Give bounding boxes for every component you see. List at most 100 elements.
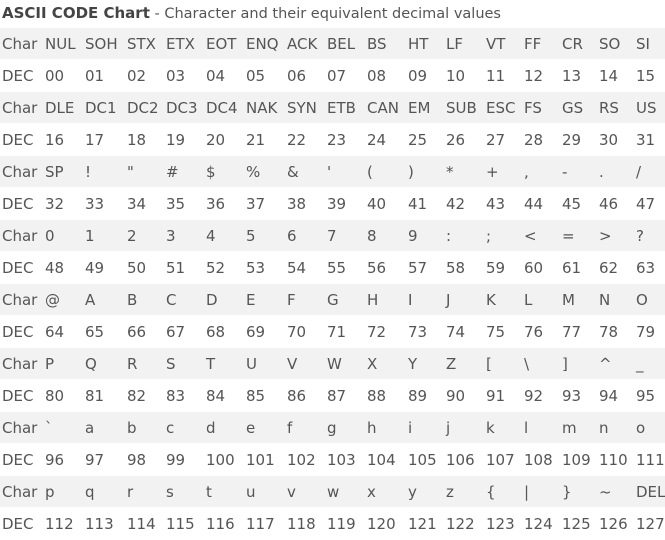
dec-cell: 53 (246, 258, 266, 277)
dec-cell: 63 (636, 258, 656, 277)
char-cell: DEL (633, 476, 665, 507)
char-cell: CAN (364, 92, 405, 123)
dec-cell: 69 (246, 322, 266, 341)
dec-cell: 03 (166, 66, 186, 85)
dec-cell: 62 (599, 258, 619, 277)
char-cell: a (82, 412, 124, 443)
char-cell: > (596, 220, 633, 251)
chart-title-bold: ASCII CODE Chart (2, 4, 150, 22)
char-cell: ENQ (243, 28, 284, 59)
char-cell: p (42, 476, 82, 507)
char-cell: BEL (324, 28, 364, 59)
char-cell: . (596, 156, 633, 187)
char-cell: r (124, 476, 163, 507)
char-cell: % (243, 156, 284, 187)
dec-cell: 45 (562, 194, 582, 213)
dec-cell: 124 (524, 514, 553, 533)
dec-cell: 126 (599, 514, 628, 533)
dec-cell: 46 (599, 194, 619, 213)
char-cell: ^ (596, 348, 633, 379)
dec-cell: 32 (45, 194, 65, 213)
dec-cell: 11 (486, 66, 506, 85)
char-cell: & (284, 156, 324, 187)
char-cell: " (124, 156, 163, 187)
char-cell: j (443, 412, 483, 443)
char-cell: 3 (163, 220, 203, 251)
dec-cell: 114 (127, 514, 156, 533)
dec-cell: 10 (446, 66, 466, 85)
char-cell: = (559, 220, 596, 251)
dec-cell: 13 (562, 66, 582, 85)
dec-cell: 00 (45, 66, 65, 85)
char-cell: K (483, 284, 521, 315)
dec-cell: 39 (327, 194, 347, 213)
dec-cell: 84 (206, 386, 226, 405)
dec-cell: 67 (166, 322, 186, 341)
char-cell: w (324, 476, 364, 507)
dec-cell: 27 (486, 130, 506, 149)
dec-cell: 37 (246, 194, 266, 213)
char-cell: EM (405, 92, 443, 123)
char-cell: ] (559, 348, 596, 379)
dec-cell: 36 (206, 194, 226, 213)
dec-cell: 16 (45, 130, 65, 149)
dec-cell: 19 (166, 130, 186, 149)
dec-cell: 76 (524, 322, 544, 341)
char-cell: ' (324, 156, 364, 187)
dec-cell: 102 (287, 450, 316, 469)
dec-cell: 17 (85, 130, 105, 149)
dec-cell: 70 (287, 322, 307, 341)
dec-row: DEC 96 97 98 99 100 101 102 103 104 105 106 107 108 10… (0, 443, 665, 476)
dec-cell: 120 (367, 514, 396, 533)
dec-cell: 123 (486, 514, 515, 533)
dec-cell: 99 (166, 450, 186, 469)
char-cell: T (203, 348, 243, 379)
ascii-table-body: Char NUL SOH STX ETX EOT ENQ ACK BEL BS HT LF VT FF CR… (0, 28, 665, 540)
dec-cell: 96 (45, 450, 65, 469)
char-cell: I (405, 284, 443, 315)
dec-cell: 85 (246, 386, 266, 405)
dec-cell: 65 (85, 322, 105, 341)
dec-cell: 43 (486, 194, 506, 213)
dec-cell: 81 (85, 386, 105, 405)
dec-row: DEC 112 113 114 115 116 117 118 119 120 121 122 123 1… (0, 507, 665, 540)
char-cell: | (521, 476, 559, 507)
dec-cell: 08 (367, 66, 387, 85)
char-cell: BS (364, 28, 405, 59)
char-cell: A (82, 284, 124, 315)
char-cell: 5 (243, 220, 284, 251)
dec-cell: 60 (524, 258, 544, 277)
dec-cell: 06 (287, 66, 307, 85)
dec-cell: 68 (206, 322, 226, 341)
dec-cell: 51 (166, 258, 186, 277)
char-cell: FF (521, 28, 559, 59)
dec-cell: 111 (636, 450, 665, 469)
dec-cell: 02 (127, 66, 147, 85)
char-row-label: Char (0, 284, 42, 315)
dec-cell: 88 (367, 386, 387, 405)
char-cell: 6 (284, 220, 324, 251)
char-cell: E (243, 284, 284, 315)
dec-cell: 22 (287, 130, 307, 149)
dec-cell: 25 (408, 130, 428, 149)
dec-row: DEC 48 49 50 51 52 53 54 55 56 57 58 59 60 61 62 63 (0, 251, 665, 284)
dec-cell: 66 (127, 322, 147, 341)
char-row-label: Char (0, 412, 42, 443)
char-cell: NAK (243, 92, 284, 123)
dec-cell: 42 (446, 194, 466, 213)
char-cell: O (633, 284, 665, 315)
dec-row: DEC 32 33 34 35 36 37 38 39 40 41 42 43 44 45 46 47 (0, 187, 665, 220)
char-cell: SI (633, 28, 665, 59)
dec-cell: 48 (45, 258, 65, 277)
char-cell: 1 (82, 220, 124, 251)
dec-cell: 103 (327, 450, 356, 469)
dec-cell: 64 (45, 322, 65, 341)
dec-cell: 05 (246, 66, 266, 85)
char-cell: e (243, 412, 284, 443)
char-cell: SYN (284, 92, 324, 123)
char-cell: < (521, 220, 559, 251)
dec-cell: 116 (206, 514, 235, 533)
dec-cell: 78 (599, 322, 619, 341)
char-cell: VT (483, 28, 521, 59)
dec-cell: 50 (127, 258, 147, 277)
